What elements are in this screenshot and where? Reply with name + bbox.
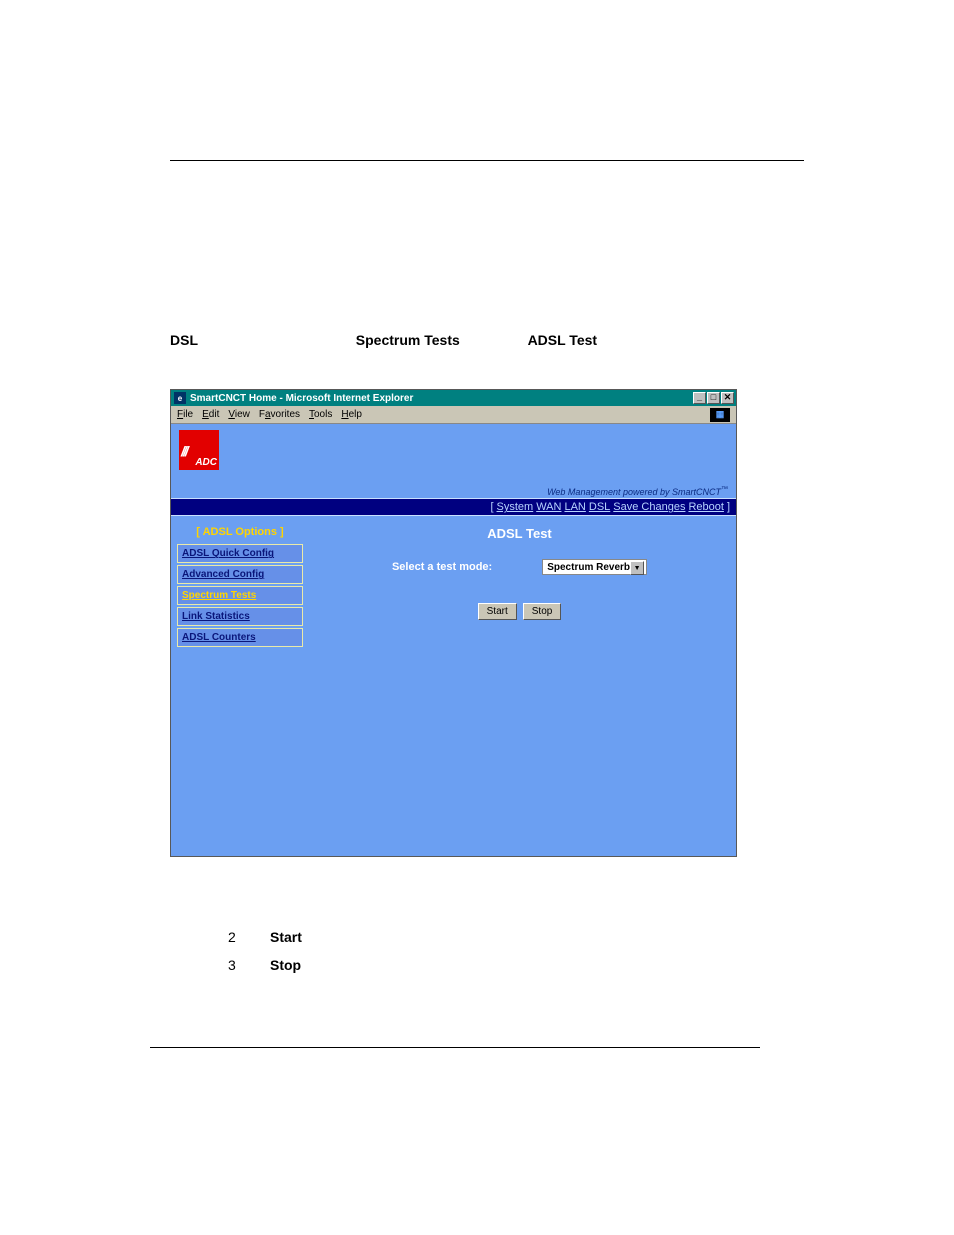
adsl-test-bold: ADSL Test bbox=[528, 332, 598, 348]
titlebar: e SmartCNCT Home - Microsoft Internet Ex… bbox=[171, 390, 736, 406]
step-2-bold: Start bbox=[270, 929, 302, 945]
instruction-line: DSL Spectrum Tests ADSL Test bbox=[170, 329, 804, 351]
sidebar: [ ADSL Options ] ADSL Quick Config Advan… bbox=[177, 524, 303, 649]
sidebar-item-link-statistics[interactable]: Link Statistics bbox=[177, 607, 303, 626]
steps-list: 2 Start 3 Stop bbox=[228, 923, 804, 979]
menu-edit[interactable]: Edit bbox=[202, 409, 219, 420]
close-button[interactable]: ✕ bbox=[721, 392, 734, 404]
step-3-num: 3 bbox=[228, 951, 240, 979]
stop-button[interactable]: Stop bbox=[523, 603, 562, 620]
logo-text: ADC bbox=[195, 458, 217, 468]
adc-logo: /// ADC bbox=[179, 430, 219, 470]
sidebar-title: [ ADSL Options ] bbox=[177, 526, 303, 538]
nav-lan[interactable]: LAN bbox=[564, 501, 585, 513]
test-mode-label: Select a test mode: bbox=[392, 561, 492, 573]
step-3: 3 Stop bbox=[228, 951, 804, 979]
sidebar-item-adsl-quick-config[interactable]: ADSL Quick Config bbox=[177, 544, 303, 563]
test-mode-dropdown[interactable]: Spectrum Reverb bbox=[542, 559, 647, 575]
main-title: ADSL Test bbox=[303, 526, 736, 541]
browser-window: e SmartCNCT Home - Microsoft Internet Ex… bbox=[170, 389, 737, 857]
ie-icon: e bbox=[174, 392, 186, 404]
dsl-bold: DSL bbox=[170, 332, 198, 348]
main-area: ADSL Test Select a test mode: Spectrum R… bbox=[303, 524, 736, 620]
dropdown-value: Spectrum Reverb bbox=[547, 562, 630, 573]
top-rule bbox=[170, 160, 804, 161]
sidebar-item-adsl-counters[interactable]: ADSL Counters bbox=[177, 628, 303, 647]
menubar: File Edit View Favorites Tools Help ▦ bbox=[171, 406, 736, 424]
nav-dsl[interactable]: DSL bbox=[589, 501, 610, 513]
sidebar-item-advanced-config[interactable]: Advanced Config bbox=[177, 565, 303, 584]
window-title: SmartCNCT Home - Microsoft Internet Expl… bbox=[190, 393, 692, 404]
start-button[interactable]: Start bbox=[478, 603, 517, 620]
step-2-num: 2 bbox=[228, 923, 240, 951]
logo-bars: /// bbox=[181, 444, 187, 458]
spectrum-bold: Spectrum Tests bbox=[356, 332, 460, 348]
menu-file[interactable]: File bbox=[177, 409, 193, 420]
step-3-bold: Stop bbox=[270, 957, 301, 973]
ie-flag-icon: ▦ bbox=[710, 408, 730, 422]
menu-tools[interactable]: Tools bbox=[309, 409, 332, 420]
minimize-button[interactable]: _ bbox=[693, 392, 706, 404]
nav-reboot[interactable]: Reboot bbox=[688, 501, 723, 513]
sidebar-item-spectrum-tests[interactable]: Spectrum Tests bbox=[177, 586, 303, 605]
nav-wan[interactable]: WAN bbox=[536, 501, 561, 513]
powered-by: Web Management powered by SmartCNCT™ bbox=[547, 486, 728, 497]
top-nav: [ System WAN LAN DSL Save Changes Reboot… bbox=[171, 498, 736, 516]
maximize-button[interactable]: □ bbox=[707, 392, 720, 404]
menu-favorites[interactable]: Favorites bbox=[259, 409, 300, 420]
menu-help[interactable]: Help bbox=[341, 409, 362, 420]
step-2: 2 Start bbox=[228, 923, 804, 951]
menu-view[interactable]: View bbox=[228, 409, 250, 420]
bottom-rule bbox=[150, 1047, 760, 1048]
nav-system[interactable]: System bbox=[497, 501, 534, 513]
browser-body: /// ADC Web Management powered by SmartC… bbox=[171, 424, 736, 856]
nav-save-changes[interactable]: Save Changes bbox=[613, 501, 685, 513]
